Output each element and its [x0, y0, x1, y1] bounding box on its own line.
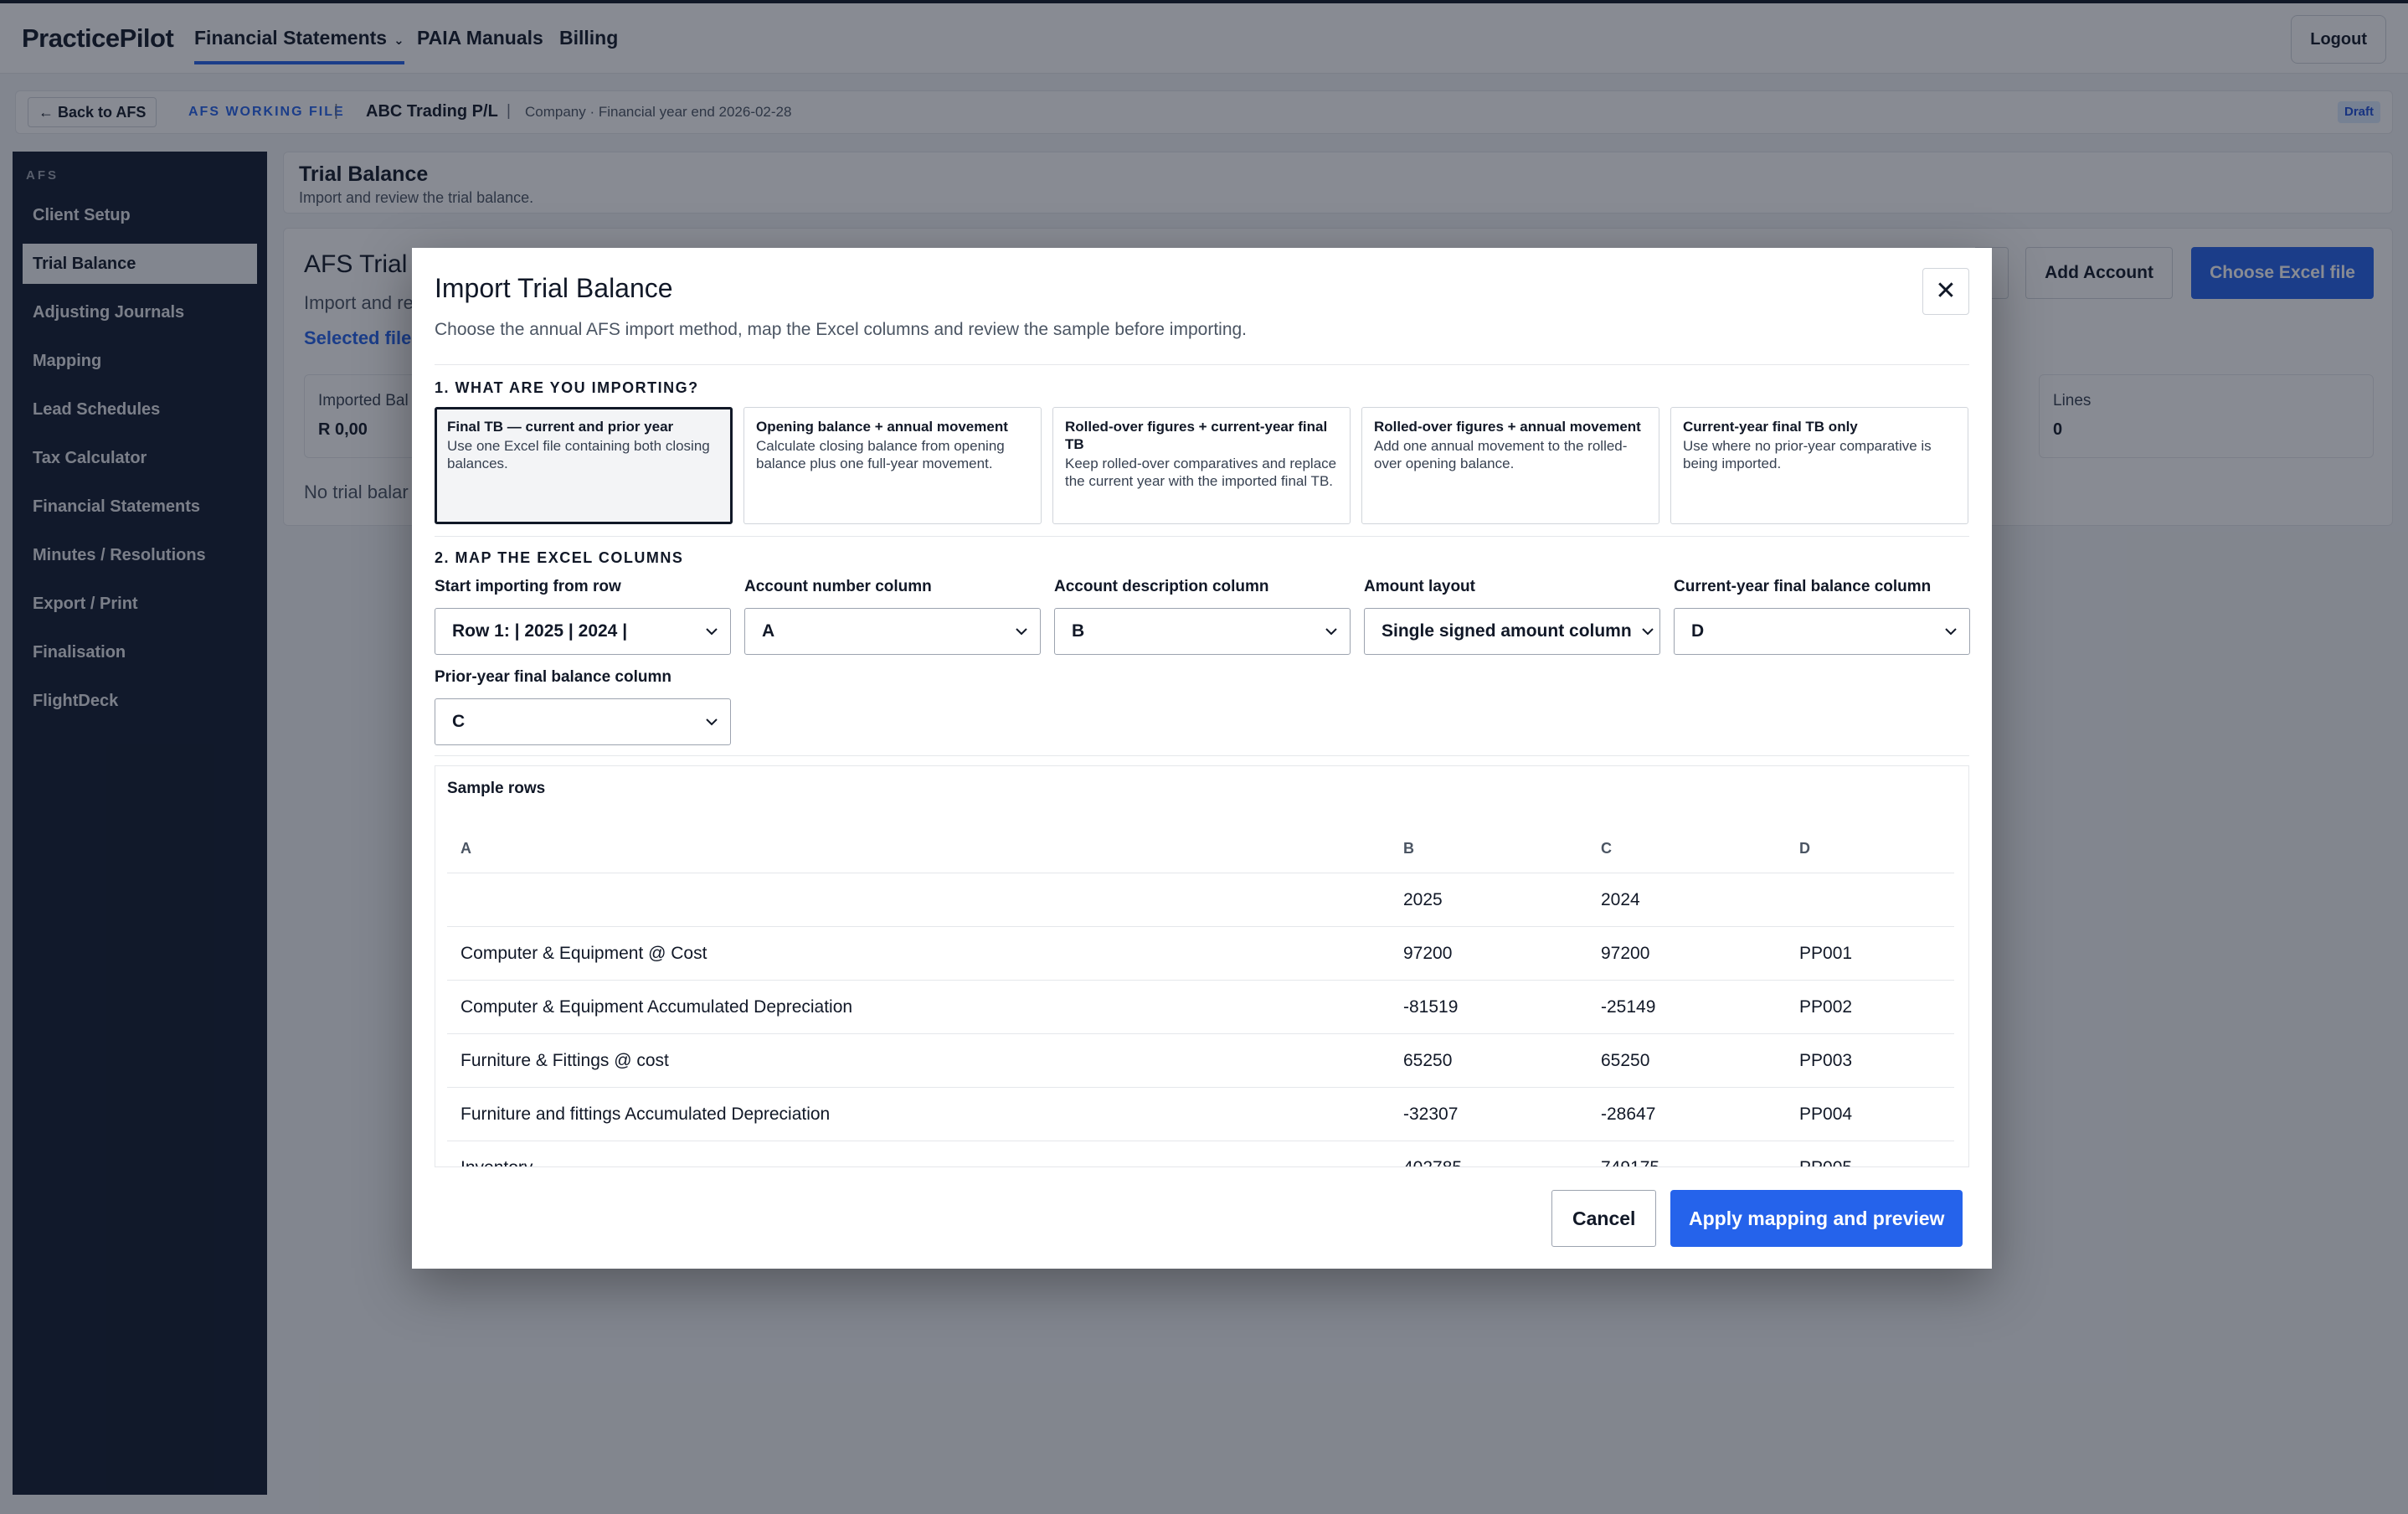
table-cell: 97200: [1601, 944, 1650, 963]
option-description: Use where no prior-year comparative is b…: [1683, 438, 1932, 471]
table-cell: 402785: [1403, 1158, 1462, 1166]
divider: [435, 364, 1969, 365]
table-row: Furniture and fittings Accumulated Depre…: [447, 1088, 1954, 1141]
chevron-down-icon: [1642, 628, 1654, 636]
table-row: Computer & Equipment Accumulated Depreci…: [447, 981, 1954, 1034]
chevron-down-icon: [706, 718, 718, 726]
field-label-current-year-balance: Current-year final balance column: [1674, 578, 1932, 595]
current-year-balance-select[interactable]: D: [1674, 608, 1970, 655]
sample-rows-table[interactable]: Sample rows A B C D 2025 2024 Computer &…: [435, 765, 1969, 1167]
option-title: Rolled-over figures + annual movement: [1374, 419, 1641, 435]
field-label-amount-layout: Amount layout: [1364, 578, 1475, 595]
table-cell: PP001: [1799, 944, 1853, 963]
chevron-down-icon: [1945, 628, 1957, 636]
start-row-select[interactable]: Row 1: | 2025 | 2024 |: [435, 608, 731, 655]
apply-mapping-button[interactable]: Apply mapping and preview: [1670, 1190, 1963, 1247]
account-number-select[interactable]: A: [744, 608, 1041, 655]
current-year-balance-select-value: D: [1691, 621, 1705, 641]
option-title: Opening balance + annual movement: [756, 419, 1008, 435]
prior-year-balance-select[interactable]: C: [435, 698, 731, 745]
table-cell: 65250: [1403, 1051, 1453, 1070]
modal-subtitle: Choose the annual AFS import method, map…: [435, 320, 1248, 339]
chevron-down-icon: [1325, 628, 1337, 636]
option-rolled-over-final-tb[interactable]: Rolled-over figures + current-year final…: [1052, 407, 1351, 524]
field-label-account-number: Account number column: [744, 578, 932, 595]
section-map-columns: 2. MAP THE EXCEL COLUMNS: [435, 549, 684, 566]
option-description: Use one Excel file containing both closi…: [447, 438, 710, 471]
table-cell: PP002: [1799, 997, 1853, 1017]
table-cell: 2024: [1601, 890, 1640, 909]
table-cell: Computer & Equipment @ Cost: [461, 944, 707, 963]
option-current-year-only[interactable]: Current-year final TB only Use where no …: [1670, 407, 1968, 524]
amount-layout-select-value: Single signed amount column: [1382, 621, 1632, 641]
table-cell: 2025: [1403, 890, 1443, 909]
table-cell: PP003: [1799, 1051, 1853, 1070]
option-description: Add one annual movement to the rolled-ov…: [1374, 438, 1628, 471]
modal-title: Import Trial Balance: [435, 273, 673, 303]
table-cell: Furniture and fittings Accumulated Depre…: [461, 1105, 831, 1124]
field-label-prior-year-balance: Prior-year final balance column: [435, 668, 671, 686]
table-cell: 749175: [1601, 1158, 1659, 1166]
table-cell: -28647: [1601, 1105, 1656, 1124]
table-header: A B C D: [447, 823, 1954, 873]
table-row: Inventory 402785 749175 PP005: [447, 1141, 1954, 1166]
start-row-select-value: Row 1: | 2025 | 2024 |: [452, 621, 628, 641]
column-header-b: B: [1403, 840, 1414, 857]
prior-year-balance-select-value: C: [452, 712, 466, 731]
table-cell: Inventory: [461, 1158, 533, 1166]
column-header-d: D: [1799, 840, 1810, 857]
account-description-select-value: B: [1072, 621, 1085, 641]
field-label-start-row: Start importing from row: [435, 578, 621, 595]
table-row: 2025 2024: [447, 873, 1954, 927]
close-button[interactable]: ✕: [1922, 268, 1969, 315]
table-cell: 65250: [1601, 1051, 1650, 1070]
column-header-c: C: [1601, 840, 1612, 857]
option-rolled-over-movement[interactable]: Rolled-over figures + annual movement Ad…: [1361, 407, 1659, 524]
table-row: Computer & Equipment @ Cost 97200 97200 …: [447, 927, 1954, 981]
table-cell: PP005: [1799, 1158, 1852, 1166]
table-cell: -81519: [1403, 997, 1459, 1017]
table-cell: -32307: [1403, 1105, 1459, 1124]
table-cell: PP004: [1799, 1105, 1853, 1124]
option-opening-balance-movement[interactable]: Opening balance + annual movement Calcul…: [743, 407, 1042, 524]
table-cell: Furniture & Fittings @ cost: [461, 1051, 669, 1070]
table-row: Furniture & Fittings @ cost 65250 65250 …: [447, 1034, 1954, 1088]
sample-rows-title: Sample rows: [447, 780, 546, 797]
table-cell: -25149: [1601, 997, 1656, 1017]
field-label-account-description: Account description column: [1054, 578, 1269, 595]
option-title: Final TB — current and prior year: [447, 419, 674, 435]
divider: [435, 536, 1969, 537]
divider: [435, 755, 1969, 756]
chevron-down-icon: [1016, 628, 1027, 636]
table-cell: 97200: [1403, 944, 1453, 963]
section-what-importing: 1. WHAT ARE YOU IMPORTING?: [435, 379, 699, 396]
account-number-select-value: A: [762, 621, 775, 641]
cancel-button[interactable]: Cancel: [1551, 1190, 1657, 1247]
table-cell: Computer & Equipment Accumulated Depreci…: [461, 997, 853, 1017]
column-header-a: A: [461, 840, 471, 857]
import-trial-balance-modal: Import Trial Balance Choose the annual A…: [412, 248, 1992, 1269]
option-description: Calculate closing balance from opening b…: [756, 438, 1005, 471]
chevron-down-icon: [706, 628, 718, 636]
account-description-select[interactable]: B: [1054, 608, 1351, 655]
amount-layout-select[interactable]: Single signed amount column: [1364, 608, 1660, 655]
option-title: Current-year final TB only: [1683, 419, 1858, 435]
option-final-tb-current-prior[interactable]: Final TB — current and prior year Use on…: [435, 407, 733, 524]
option-title: Rolled-over figures + current-year final…: [1065, 419, 1328, 452]
option-description: Keep rolled-over comparatives and replac…: [1065, 456, 1337, 489]
close-icon: ✕: [1935, 277, 1957, 305]
